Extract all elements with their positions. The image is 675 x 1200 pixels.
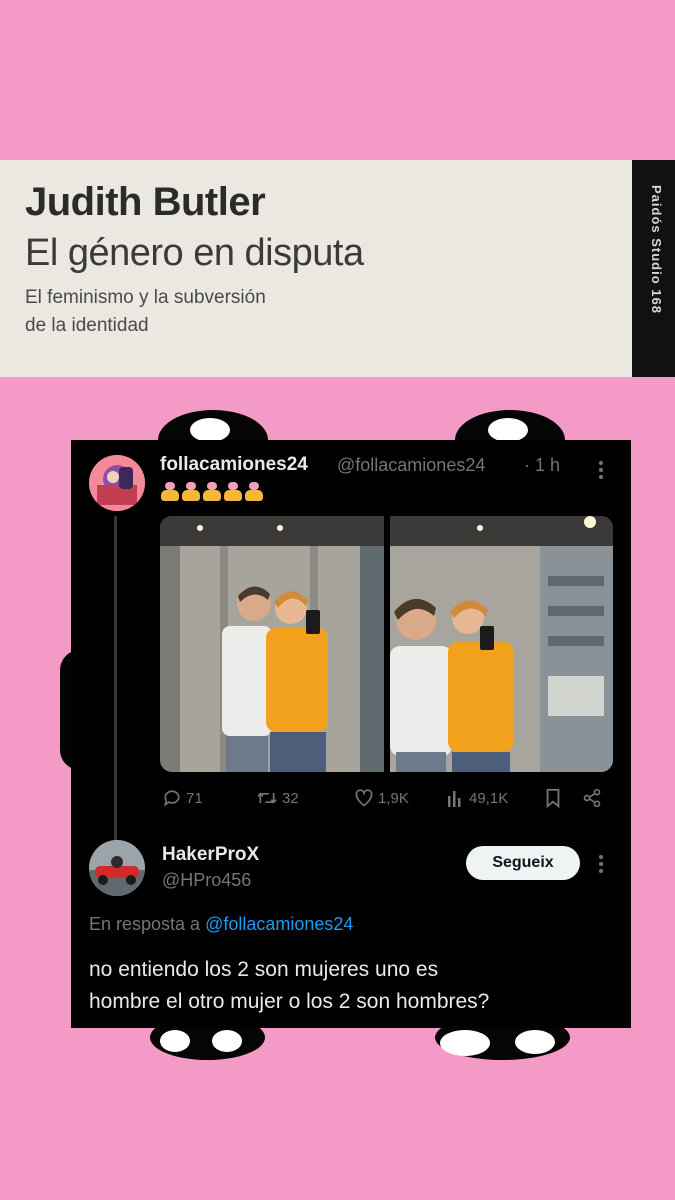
follow-button[interactable]: Segueix — [466, 846, 580, 880]
views-icon — [448, 791, 461, 807]
background-feet-right-highlight-2 — [515, 1030, 555, 1054]
share-icon — [583, 788, 601, 808]
book-subtitle: El feminismo y la subversión de la ident… — [25, 284, 266, 340]
kiss-couple-emoji — [223, 482, 243, 502]
kiss-couple-emoji — [181, 482, 201, 502]
kiss-couple-emoji — [160, 482, 180, 502]
tweet-time[interactable]: · 1 h — [524, 455, 560, 476]
kiss-couple-emoji — [244, 482, 264, 502]
book-author: Judith Butler — [25, 180, 266, 224]
reply-count: 71 — [186, 789, 203, 807]
share-action[interactable] — [582, 787, 602, 809]
book-subtitle-line2: de la identidad — [25, 315, 149, 336]
reply-text-line1: no entiendo los 2 son mujeres uno es — [89, 958, 439, 981]
reply-avatar-image — [89, 840, 145, 896]
views-count: 49,1K — [469, 789, 509, 807]
reply-to-prefix: En resposta a — [89, 914, 201, 934]
book-title: El género en disputa — [25, 232, 364, 274]
reply-to-handle-link[interactable]: @follacamiones24 — [205, 914, 353, 934]
retweet-count: 32 — [282, 789, 299, 807]
book-cover: Judith Butler El género en disputa El fe… — [0, 160, 632, 377]
book-subtitle-line1: El feminismo y la subversión — [25, 287, 266, 308]
views-action[interactable]: 49,1K — [447, 787, 508, 809]
reply-avatar[interactable] — [89, 840, 145, 896]
reply-context: En resposta a @follacamiones24 — [89, 914, 353, 935]
kiss-couple-emoji — [202, 482, 222, 502]
tweet-author-handle[interactable]: @follacamiones24 — [337, 455, 485, 476]
background-feet-left-highlight — [160, 1030, 190, 1052]
book-spine-text: Paidós Studio 168 — [649, 185, 664, 314]
reply-text: no entiendo los 2 son mujeres uno es hom… — [89, 954, 489, 1018]
retweet-action[interactable]: 32 — [256, 787, 299, 809]
retweet-icon — [257, 792, 277, 804]
tweet-photo-1[interactable] — [160, 516, 384, 772]
tweet-author-name[interactable]: follacamiones24 — [160, 454, 308, 476]
background-eye-right-highlight — [488, 418, 528, 442]
background-eye-left-highlight — [190, 418, 230, 442]
tweet-more-icon[interactable] — [598, 460, 606, 480]
like-action[interactable]: 1,9K — [354, 787, 409, 809]
reply-icon — [164, 790, 180, 807]
thread-line — [114, 516, 117, 840]
reply-text-line2: hombre el otro mujer o los 2 son hombres… — [89, 990, 490, 1013]
reply-author-name[interactable]: HakerProX — [162, 844, 259, 866]
reply-author-handle[interactable]: @HPro456 — [162, 870, 251, 891]
tweet-photo-2[interactable] — [390, 516, 613, 772]
like-count: 1,9K — [378, 789, 409, 807]
background-feet-right-highlight — [440, 1030, 490, 1056]
heart-icon — [355, 789, 373, 807]
reply-action[interactable]: 71 — [162, 787, 203, 809]
bookmark-icon — [546, 788, 560, 808]
tweet-emoji-text — [160, 482, 264, 502]
avatar[interactable] — [89, 455, 145, 511]
background-feet-left-highlight-2 — [212, 1030, 242, 1052]
avatar-image — [89, 455, 145, 511]
bookmark-action[interactable] — [544, 787, 562, 809]
reply-more-icon[interactable] — [598, 854, 606, 874]
